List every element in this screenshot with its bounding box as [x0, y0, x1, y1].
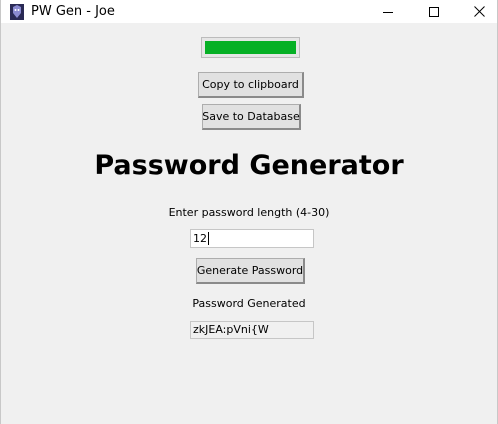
app-window: PW Gen - Joe Copy to clipboard Save to D… [0, 0, 498, 424]
app-icon [10, 4, 24, 20]
title-bar[interactable]: PW Gen - Joe [1, 0, 497, 23]
generate-password-button[interactable]: Generate Password [196, 258, 305, 284]
minimize-button[interactable] [365, 0, 411, 23]
close-button[interactable] [456, 0, 498, 23]
window-title: PW Gen - Joe [31, 4, 115, 19]
maximize-icon [429, 6, 439, 17]
copy-to-clipboard-button[interactable]: Copy to clipboard [198, 72, 304, 98]
text-caret [208, 232, 209, 245]
generated-password-value: zkJEA:pVni{W [193, 323, 269, 336]
maximize-button[interactable] [411, 0, 457, 23]
password-length-value: 12 [193, 232, 207, 245]
close-icon [473, 6, 485, 17]
password-length-input[interactable]: 12 [190, 229, 314, 248]
password-generated-label: Password Generated [192, 297, 306, 310]
strength-progress-fill [205, 41, 296, 54]
strength-progress-bar [201, 37, 300, 58]
generated-password-field[interactable]: zkJEA:pVni{W [190, 321, 314, 339]
minimize-icon [383, 11, 393, 13]
page-title: Password Generator [94, 150, 404, 181]
save-to-database-button[interactable]: Save to Database [202, 104, 301, 130]
password-length-label: Enter password length (4-30) [168, 206, 330, 219]
